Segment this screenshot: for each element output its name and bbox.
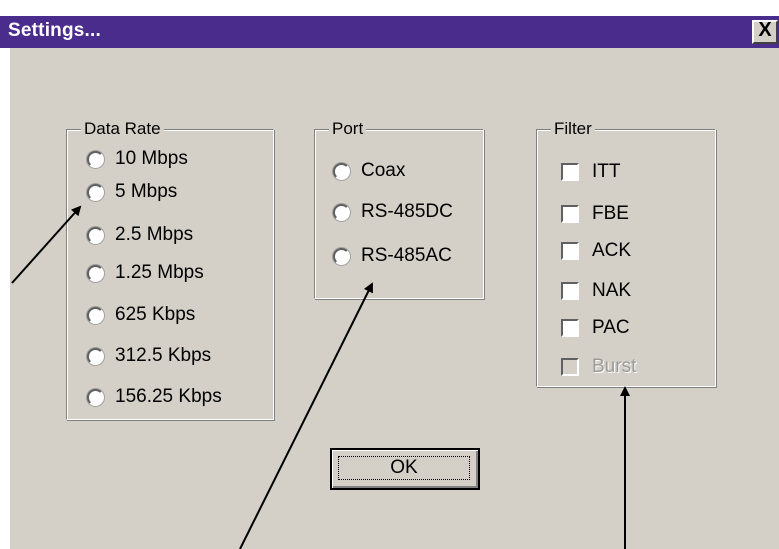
filter-option-burst: Burst — [561, 356, 636, 378]
close-icon: X — [758, 19, 772, 41]
option-label: RS-485DC — [361, 201, 453, 222]
close-button[interactable]: X — [752, 19, 778, 44]
option-label: Burst — [592, 356, 637, 377]
radio-button[interactable] — [87, 226, 104, 244]
data-rate-option-156-25kbps[interactable]: 156.25 Kbps — [87, 386, 222, 408]
radio-button[interactable] — [87, 183, 104, 201]
checkbox[interactable] — [561, 282, 579, 300]
ok-label: OK — [390, 457, 418, 478]
filter-option-ack[interactable]: ACK — [561, 240, 631, 262]
filter-group-label: Filter — [551, 119, 595, 139]
data-rate-group: Data Rate 10 Mbps 5 Mbps 2.5 Mbps 1.25 M… — [66, 119, 274, 420]
filter-option-itt[interactable]: ITT — [561, 161, 621, 183]
data-rate-option-312-5kbps[interactable]: 312.5 Kbps — [87, 345, 211, 367]
option-label: PAC — [592, 317, 630, 338]
checkbox[interactable] — [561, 163, 579, 181]
radio-button[interactable] — [87, 264, 104, 282]
option-label: RS-485AC — [361, 245, 452, 266]
checkbox[interactable] — [561, 242, 579, 260]
ok-button[interactable]: OK — [330, 448, 480, 490]
port-option-rs485ac[interactable]: RS-485AC — [333, 245, 452, 267]
option-label: 156.25 Kbps — [115, 386, 222, 407]
option-label: 10 Mbps — [115, 148, 188, 169]
data-rate-option-10mbps[interactable]: 10 Mbps — [87, 148, 188, 170]
option-label: NAK — [592, 280, 632, 301]
port-option-rs485dc[interactable]: RS-485DC — [333, 201, 453, 223]
radio-button[interactable] — [87, 388, 104, 406]
data-rate-option-5mbps[interactable]: 5 Mbps — [87, 181, 177, 203]
checkbox-disabled — [561, 358, 579, 376]
data-rate-option-2-5mbps[interactable]: 2.5 Mbps — [87, 224, 193, 246]
option-label: ACK — [592, 240, 632, 261]
radio-button[interactable] — [87, 347, 104, 365]
radio-button[interactable] — [87, 150, 104, 168]
option-label: 1.25 Mbps — [115, 262, 204, 283]
radio-button[interactable] — [333, 162, 350, 180]
filter-option-pac[interactable]: PAC — [561, 317, 630, 339]
option-label: 625 Kbps — [115, 304, 196, 325]
window-title: Settings... — [8, 20, 101, 41]
option-label: Coax — [361, 160, 406, 181]
radio-button[interactable] — [333, 203, 350, 221]
option-label: 5 Mbps — [115, 181, 178, 202]
option-label: 2.5 Mbps — [115, 224, 194, 245]
filter-option-fbe[interactable]: FBE — [561, 203, 629, 225]
title-bar: Settings... — [0, 16, 779, 48]
data-rate-group-label: Data Rate — [81, 119, 164, 139]
data-rate-option-1-25mbps[interactable]: 1.25 Mbps — [87, 262, 204, 284]
port-option-coax[interactable]: Coax — [333, 160, 405, 182]
option-label: FBE — [592, 203, 629, 224]
option-label: ITT — [592, 161, 621, 182]
port-group: Port Coax RS-485DC RS-485AC — [314, 119, 484, 299]
port-group-label: Port — [329, 119, 367, 139]
option-label: 312.5 Kbps — [115, 345, 212, 366]
filter-option-nak[interactable]: NAK — [561, 280, 631, 302]
checkbox[interactable] — [561, 319, 579, 337]
data-rate-option-625kbps[interactable]: 625 Kbps — [87, 304, 195, 326]
radio-button[interactable] — [87, 306, 104, 324]
filter-group: Filter ITT FBE ACK NAK PAC Burst — [536, 119, 716, 387]
ok-focus-rect: OK — [338, 456, 470, 480]
checkbox[interactable] — [561, 205, 579, 223]
radio-button[interactable] — [333, 247, 350, 265]
page-top-margin — [0, 0, 779, 16]
